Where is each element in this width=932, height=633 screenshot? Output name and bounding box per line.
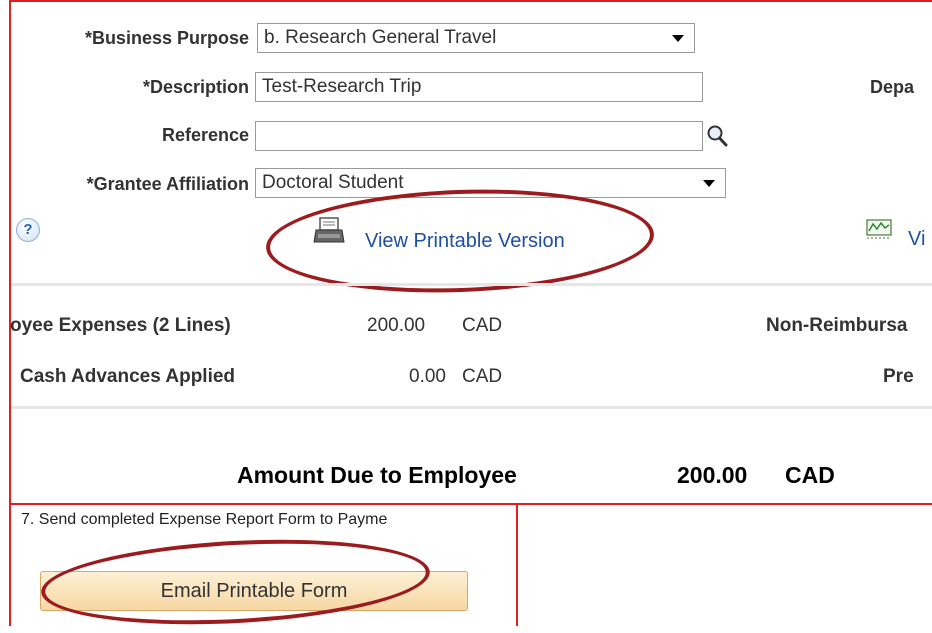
description-label: *Description <box>142 77 249 97</box>
amount-due-currency: CAD <box>785 462 835 488</box>
dropdown-arrow-icon <box>672 35 684 42</box>
employee-expenses-label: oyee Expenses (2 Lines) <box>10 315 231 336</box>
business-purpose-value: b. Research General Travel <box>264 27 497 48</box>
employee-expenses-currency: CAD <box>462 315 503 336</box>
help-icon-glyph: ? <box>23 221 33 238</box>
dropdown-arrow-icon <box>703 180 715 187</box>
cash-advances-currency: CAD <box>462 366 503 387</box>
department-label: Depa <box>870 77 915 97</box>
business-purpose-select[interactable]: b. Research General Travel <box>257 23 695 53</box>
right-partial-link[interactable]: Vi <box>908 228 925 251</box>
grantee-affiliation-label: *Grantee Affiliation <box>86 174 249 194</box>
amount-due-value: 200.00 <box>677 462 748 488</box>
description-value: Test-Research Trip <box>262 76 422 97</box>
cash-advances-label: Cash Advances Applied <box>20 366 236 387</box>
separator <box>11 406 932 409</box>
chart-icon[interactable] <box>866 219 892 241</box>
prepaid-label: Pre <box>883 366 914 387</box>
email-printable-form-button[interactable]: Email Printable Form <box>40 571 468 611</box>
separator <box>11 283 932 286</box>
search-icon[interactable] <box>706 124 728 148</box>
cash-advances-amount: 0.00 <box>409 366 446 387</box>
description-input[interactable]: Test-Research Trip <box>255 72 703 102</box>
view-printable-version-link[interactable]: View Printable Version <box>365 230 565 253</box>
reference-label: Reference <box>161 125 249 145</box>
non-reimbursable-label: Non-Reimbursa <box>766 315 908 336</box>
printer-icon[interactable] <box>313 216 347 246</box>
business-purpose-label: *Business Purpose <box>84 28 249 48</box>
grantee-affiliation-value: Doctoral Student <box>262 172 404 193</box>
employee-expenses-amount: 200.00 <box>367 315 426 336</box>
reference-input[interactable] <box>255 121 703 151</box>
grantee-affiliation-select[interactable]: Doctoral Student <box>255 168 726 198</box>
step-7-text: 7. Send completed Expense Report Form to… <box>21 511 388 528</box>
help-icon[interactable]: ? <box>16 218 40 242</box>
amount-due-label: Amount Due to Employee <box>237 462 517 488</box>
